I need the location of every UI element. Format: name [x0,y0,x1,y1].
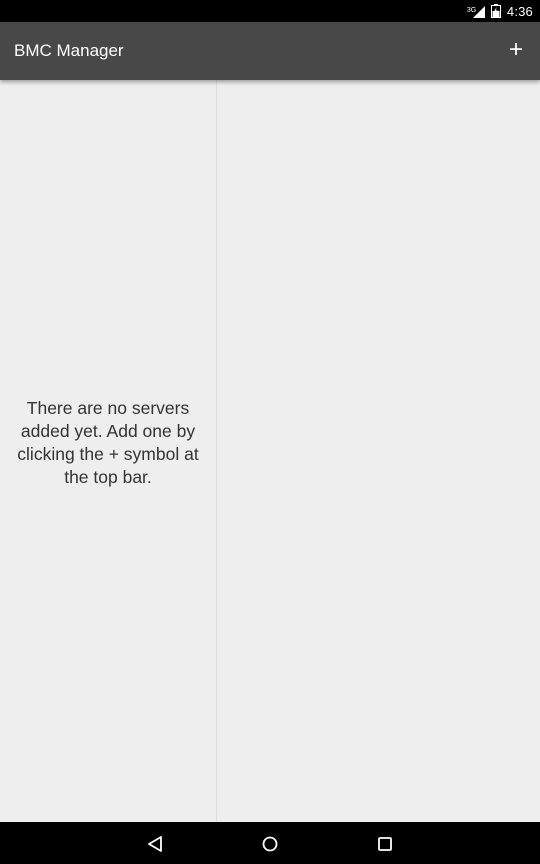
server-list-pane: There are no servers added yet. Add one … [0,80,216,822]
home-icon[interactable] [259,833,281,855]
empty-state-message: There are no servers added yet. Add one … [17,398,199,487]
battery-icon [490,4,501,18]
app-bar: BMC Manager + [0,22,540,80]
main-content: There are no servers added yet. Add one … [0,80,540,822]
signal-icon: 3G [467,4,485,18]
add-server-button[interactable]: + [500,34,532,66]
plus-icon: + [508,36,523,63]
detail-pane [217,80,540,822]
app-title: BMC Manager [14,41,124,60]
recents-icon[interactable] [374,833,396,855]
screen: 3G 4:36 BMC Manager + There are no serve… [0,0,540,864]
clock: 4:36 [506,3,533,19]
navigation-bar [0,822,540,864]
status-icons: 3G 4:36 [467,0,533,22]
status-bar: 3G 4:36 [0,0,540,22]
back-icon[interactable] [145,833,167,855]
